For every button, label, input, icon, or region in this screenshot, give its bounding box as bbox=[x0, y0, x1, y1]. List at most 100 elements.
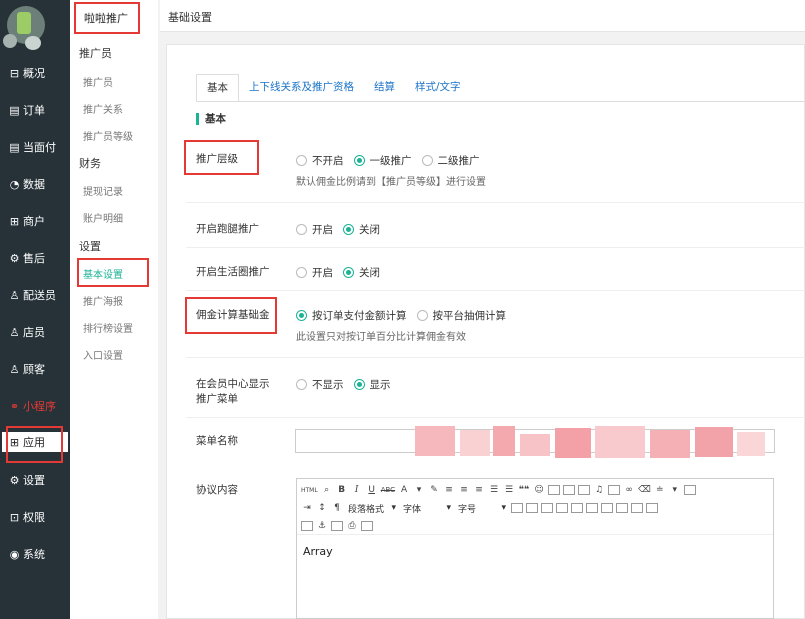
paragraph-format-select[interactable]: 段落格式 ▾ bbox=[346, 501, 398, 515]
link-icon[interactable]: ∞ bbox=[623, 484, 635, 496]
level-option-one[interactable]: 一级推广 bbox=[353, 153, 412, 168]
rich-text-editor[interactable]: HTML ⌕ B I U ABC A ▾ ✎ ≡ ≡ ≡ ☰ ☰ ❝❝ ☺ ♫ … bbox=[296, 478, 774, 619]
music-icon[interactable]: ♫ bbox=[593, 484, 605, 496]
attachment-icon[interactable] bbox=[608, 485, 621, 495]
radio-dot bbox=[343, 267, 354, 278]
italic-button[interactable]: I bbox=[351, 484, 363, 496]
submenu-item-relation[interactable]: 推广关系 bbox=[83, 101, 123, 116]
sidebar-item-after-sales[interactable]: ⚙ 售后 bbox=[8, 248, 68, 268]
sidebar-item-merchant[interactable]: ⊞ 商户 bbox=[8, 211, 68, 231]
sidebar-item-overview[interactable]: ⊟ 概况 bbox=[8, 63, 68, 83]
line-height-icon[interactable]: ↕ bbox=[316, 502, 328, 514]
underline-button[interactable]: U bbox=[366, 484, 378, 496]
horizontal-rule-icon[interactable]: ≐ bbox=[654, 484, 666, 496]
breadcrumb: 基础设置 bbox=[168, 11, 212, 24]
level-radio-group: 不开启 一级推广 二级推广 bbox=[296, 153, 490, 168]
sidebar-item-data[interactable]: ◔ 数据 bbox=[8, 174, 68, 194]
image-icon[interactable] bbox=[548, 485, 561, 495]
anchor-icon[interactable]: ⚓ bbox=[316, 520, 328, 532]
table-icon[interactable] bbox=[511, 503, 523, 513]
sidebar-item-mini-program[interactable]: ⚭ 小程序 bbox=[8, 396, 68, 416]
sidebar-item-face-pay[interactable]: ▤ 当面付 bbox=[8, 137, 68, 157]
submenu-item-entry[interactable]: 入口设置 bbox=[83, 347, 123, 362]
level-option-two[interactable]: 二级推广 bbox=[421, 153, 480, 168]
tab-style-text[interactable]: 样式/文字 bbox=[405, 74, 471, 102]
life-circle-option-on[interactable]: 开启 bbox=[296, 265, 333, 280]
template-icon[interactable] bbox=[331, 521, 343, 531]
table-props-icon[interactable] bbox=[616, 503, 628, 513]
sidebar-item-courier[interactable]: ♙ 配送员 bbox=[8, 285, 68, 305]
strikethrough-button[interactable]: ABC bbox=[381, 484, 395, 496]
eraser-icon[interactable]: ⌫ bbox=[638, 484, 651, 496]
quote-icon[interactable]: ❝❝ bbox=[518, 484, 530, 496]
highlight-box-apps bbox=[6, 426, 63, 463]
data-icon: ◔ bbox=[9, 177, 20, 191]
tab-relations[interactable]: 上下线关系及推广资格 bbox=[239, 74, 364, 102]
ordered-list-icon[interactable]: ☰ bbox=[488, 484, 500, 496]
member-menu-option-hide[interactable]: 不显示 bbox=[296, 377, 344, 392]
preview-icon[interactable]: ⌕ bbox=[321, 484, 333, 496]
level-option-off[interactable]: 不开启 bbox=[296, 153, 344, 168]
commission-option-platform-fee[interactable]: 按平台抽佣计算 bbox=[416, 308, 506, 323]
table-cell-icon[interactable] bbox=[631, 503, 643, 513]
sidebar-item-settings[interactable]: ⚙ 设置 bbox=[8, 470, 68, 490]
unordered-list-icon[interactable]: ☰ bbox=[503, 484, 515, 496]
html-source-button[interactable]: HTML bbox=[301, 484, 318, 496]
paste-icon[interactable] bbox=[361, 521, 373, 531]
submenu-item-account[interactable]: 账户明细 bbox=[83, 210, 123, 225]
tab-basic[interactable]: 基本 bbox=[196, 74, 239, 102]
editor-content[interactable]: Array bbox=[303, 545, 333, 558]
member-menu-label-line1: 在会员中心显示 bbox=[196, 378, 270, 390]
highlight-box-submenu-title bbox=[74, 2, 140, 34]
sidebar-item-label: 配送员 bbox=[23, 289, 56, 302]
multi-image-icon[interactable] bbox=[563, 485, 576, 495]
font-color-button[interactable]: A bbox=[398, 484, 410, 496]
font-family-select[interactable]: 字体 ▾ bbox=[401, 501, 453, 515]
font-size-select[interactable]: 字号 ▾ bbox=[456, 501, 508, 515]
table-merge-icon[interactable] bbox=[586, 503, 598, 513]
print-icon[interactable]: ⎙ bbox=[346, 520, 358, 532]
grid-icon[interactable] bbox=[301, 521, 313, 531]
sidebar-item-customer[interactable]: ♙ 顾客 bbox=[8, 359, 68, 379]
table-insert-row-icon[interactable] bbox=[526, 503, 538, 513]
sidebar-item-permissions[interactable]: ⊡ 权限 bbox=[8, 507, 68, 527]
highlight-color-icon[interactable]: ✎ bbox=[428, 484, 440, 496]
divider bbox=[186, 417, 805, 418]
member-menu-option-show[interactable]: 显示 bbox=[353, 377, 391, 392]
indent-icon[interactable]: ⇥ bbox=[301, 502, 313, 514]
sidebar-item-label: 售后 bbox=[23, 252, 45, 265]
dropdown-arrow-icon[interactable]: ▾ bbox=[413, 484, 425, 496]
submenu: 啦啦推广 推广员 推广员 推广关系 推广员等级 财务 提现记录 账户明细 设置 … bbox=[70, 0, 158, 619]
sidebar-item-clerk[interactable]: ♙ 店员 bbox=[8, 322, 68, 342]
table-delete-icon[interactable] bbox=[646, 503, 658, 513]
submenu-item-promoter[interactable]: 推广员 bbox=[83, 74, 113, 89]
directionality-icon[interactable]: ¶ bbox=[331, 502, 343, 514]
table-delete-row-icon[interactable] bbox=[556, 503, 568, 513]
sidebar-item-system[interactable]: ◉ 系统 bbox=[8, 544, 68, 564]
bold-button[interactable]: B bbox=[336, 484, 348, 496]
tab-settlement[interactable]: 结算 bbox=[364, 74, 405, 102]
submenu-item-ranking[interactable]: 排行榜设置 bbox=[83, 320, 133, 335]
submenu-item-level[interactable]: 推广员等级 bbox=[83, 128, 133, 143]
tab-bar: 基本 上下线关系及推广资格 结算 样式/文字 bbox=[196, 74, 471, 102]
commission-option-order-amount[interactable]: 按订单支付金额计算 bbox=[296, 308, 407, 323]
clerk-icon: ♙ bbox=[9, 325, 20, 339]
emoji-icon[interactable]: ☺ bbox=[533, 484, 545, 496]
table-delete-col-icon[interactable] bbox=[571, 503, 583, 513]
sidebar-item-orders[interactable]: ▤ 订单 bbox=[8, 100, 68, 120]
dropdown-arrow-icon[interactable]: ▾ bbox=[669, 484, 681, 496]
submenu-item-withdraw[interactable]: 提现记录 bbox=[83, 183, 123, 198]
errand-option-on[interactable]: 开启 bbox=[296, 222, 333, 237]
table-split-icon[interactable] bbox=[601, 503, 613, 513]
radio-dot bbox=[353, 379, 365, 390]
align-center-icon[interactable]: ≡ bbox=[458, 484, 470, 496]
table-insert-col-icon[interactable] bbox=[541, 503, 553, 513]
submenu-item-poster[interactable]: 推广海报 bbox=[83, 293, 123, 308]
align-left-icon[interactable]: ≡ bbox=[443, 484, 455, 496]
errand-option-off[interactable]: 关闭 bbox=[343, 222, 380, 237]
fullscreen-icon[interactable] bbox=[683, 485, 696, 495]
mini-program-icon: ⚭ bbox=[9, 399, 20, 413]
align-right-icon[interactable]: ≡ bbox=[473, 484, 485, 496]
life-circle-option-off[interactable]: 关闭 bbox=[343, 265, 380, 280]
video-icon[interactable] bbox=[578, 485, 591, 495]
